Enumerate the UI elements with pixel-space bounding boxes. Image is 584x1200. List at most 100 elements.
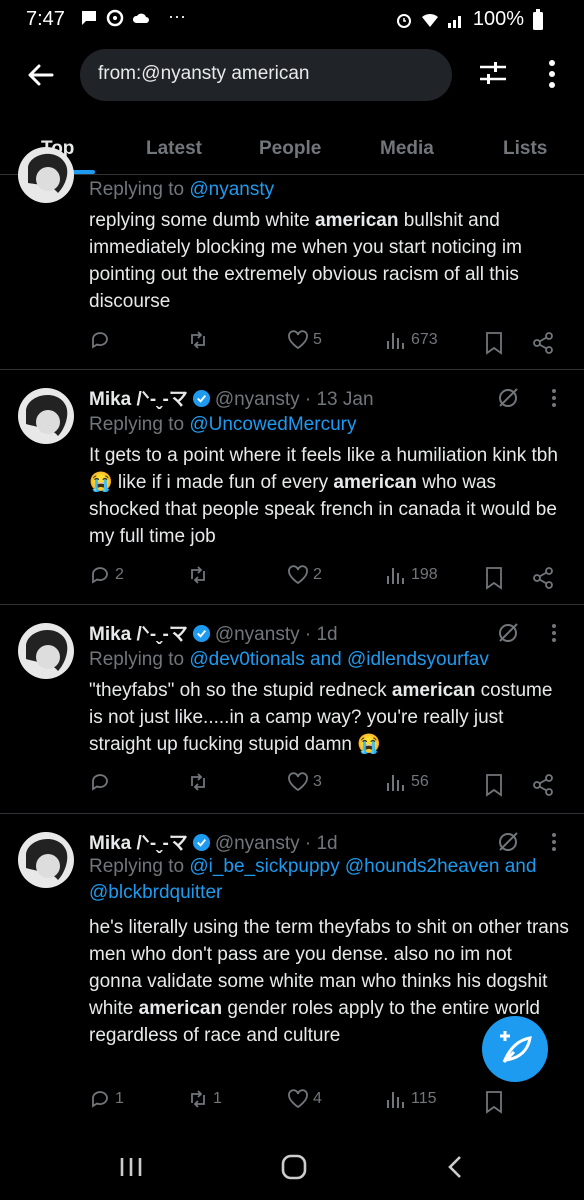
views-button[interactable]: 673 (385, 329, 438, 351)
verified-badge-icon (192, 389, 210, 408)
home-icon[interactable] (279, 1154, 309, 1180)
more-notifications-icon: ··· (168, 6, 186, 26)
highlight-keyword: american (138, 998, 223, 1019)
share-icon[interactable] (531, 773, 555, 797)
retweet-button[interactable] (187, 564, 213, 586)
wifi-icon (421, 13, 438, 27)
tweet-header: Mika /ᐠ-ˬ-マ @nyansty · 13 Jan (89, 384, 374, 411)
more-options-icon[interactable] (550, 623, 558, 643)
compose-feather-icon (500, 1031, 532, 1064)
avatar[interactable] (18, 623, 74, 679)
grok-icon[interactable] (496, 830, 520, 854)
heart-icon (288, 565, 308, 585)
search-query: from:@nyansty american (98, 63, 310, 84)
system-navigation-bar (0, 1128, 584, 1200)
analytics-icon (387, 1092, 404, 1108)
grok-icon[interactable] (496, 386, 520, 410)
reply-mention[interactable]: @UncowedMercury (189, 414, 356, 435)
tweet[interactable]: Mika /ᐠ-ˬ-マ @nyansty · 13 Jan Replying to… (0, 370, 584, 605)
battery-level: 100% (472, 8, 524, 30)
more-options-icon[interactable] (550, 832, 558, 852)
retweet-button[interactable] (187, 771, 213, 793)
verified-badge-icon (192, 833, 210, 852)
reply-button[interactable]: 1 (89, 1088, 124, 1110)
retweet-icon (191, 773, 205, 791)
reply-context: Replying to @nyansty (89, 179, 275, 200)
search-input[interactable]: from:@nyansty american (80, 49, 452, 101)
tab-people[interactable]: People (259, 138, 321, 160)
avatar[interactable] (18, 832, 74, 888)
views-button[interactable]: 198 (385, 564, 438, 586)
heart-icon (288, 330, 308, 350)
display-name[interactable]: Mika /ᐠ-ˬ-マ (89, 624, 188, 645)
highlight-keyword: american (333, 472, 417, 493)
search-filter-icon[interactable] (478, 58, 508, 88)
reply-context: Replying to @dev0tionals and @idlendsyou… (89, 649, 489, 670)
grok-icon[interactable] (496, 621, 520, 645)
retweet-button[interactable]: 1 (187, 1088, 222, 1110)
reply-icon (92, 774, 108, 791)
status-bar: 7:47 ··· 100% (0, 0, 584, 38)
more-options-icon[interactable] (550, 388, 558, 408)
like-button[interactable]: 2 (287, 564, 322, 586)
share-icon[interactable] (531, 331, 555, 355)
search-header: from:@nyansty american (0, 44, 584, 106)
tweet-actions: 5 673 (89, 329, 569, 357)
tweet-text: It gets to a point where it feels like a… (89, 445, 558, 547)
avatar[interactable] (18, 147, 74, 203)
views-button[interactable]: 115 (385, 1088, 437, 1110)
bookmark-icon[interactable] (483, 773, 505, 797)
tweet-header: Mika /ᐠ-ˬ-マ @nyansty · 1d (89, 828, 338, 855)
display-name[interactable]: Mika /ᐠ-ˬ-マ (89, 389, 188, 410)
reply-button[interactable]: 2 (89, 564, 124, 586)
retweet-button[interactable] (187, 329, 213, 351)
back-arrow-icon[interactable] (24, 58, 58, 92)
verified-badge-icon (192, 624, 210, 643)
handle-and-date: @nyansty · 1d (214, 833, 338, 854)
views-button[interactable]: 56 (385, 771, 429, 793)
analytics-icon (387, 333, 404, 349)
highlight-keyword: american (315, 210, 399, 231)
reply-icon (92, 1091, 108, 1108)
tweet[interactable]: Replying to @nyansty replying some dumb … (0, 147, 584, 370)
tweet-actions: 3 56 (89, 771, 569, 799)
reply-button[interactable] (89, 329, 115, 351)
battery-icon (533, 8, 543, 30)
avatar[interactable] (18, 388, 74, 444)
recent-apps-icon[interactable] (116, 1154, 146, 1180)
signal-icon (447, 15, 461, 28)
retweet-icon (191, 1090, 205, 1108)
analytics-icon (387, 775, 404, 791)
share-icon[interactable] (531, 566, 555, 590)
search-tabs: Top Latest People Media Lists (0, 122, 584, 175)
highlight-keyword: american (391, 680, 476, 701)
bookmark-icon[interactable] (483, 566, 505, 590)
like-button[interactable]: 5 (287, 329, 322, 351)
like-button[interactable]: 3 (287, 771, 322, 793)
tab-media[interactable]: Media (380, 138, 434, 160)
compose-tweet-button[interactable] (482, 1016, 548, 1082)
tab-latest[interactable]: Latest (146, 138, 202, 160)
handle-and-date: @nyansty · 1d (214, 624, 338, 645)
reply-context: Replying to @i_be_sickpuppy @hounds2heav… (89, 856, 537, 903)
display-name[interactable]: Mika /ᐠ-ˬ-マ (89, 833, 188, 854)
tweet-text: replying some dumb white american bullsh… (89, 210, 522, 312)
bookmark-icon[interactable] (483, 1090, 505, 1114)
heart-icon (288, 772, 308, 792)
alarm-icon (396, 13, 411, 28)
like-button[interactable]: 4 (287, 1088, 322, 1110)
reply-mention[interactable]: @dev0tionals and @idlendsyourfav (189, 649, 488, 670)
handle-and-date: @nyansty · 13 Jan (214, 389, 374, 410)
reply-button[interactable] (89, 771, 115, 793)
tweet-text: "theyfabs" oh so the stupid redneck amer… (89, 680, 553, 755)
retweet-icon (191, 566, 205, 584)
back-nav-icon[interactable] (442, 1154, 472, 1180)
overflow-menu-icon[interactable] (540, 58, 564, 90)
tab-lists[interactable]: Lists (503, 138, 547, 160)
tweet[interactable]: Mika /ᐠ-ˬ-マ @nyansty · 1d Replying to @de… (0, 605, 584, 814)
reply-mention[interactable]: @nyansty (189, 179, 274, 200)
analytics-icon (387, 568, 404, 584)
cloud-icon (132, 13, 149, 23)
bookmark-icon[interactable] (483, 331, 505, 355)
reply-icon (92, 567, 108, 584)
